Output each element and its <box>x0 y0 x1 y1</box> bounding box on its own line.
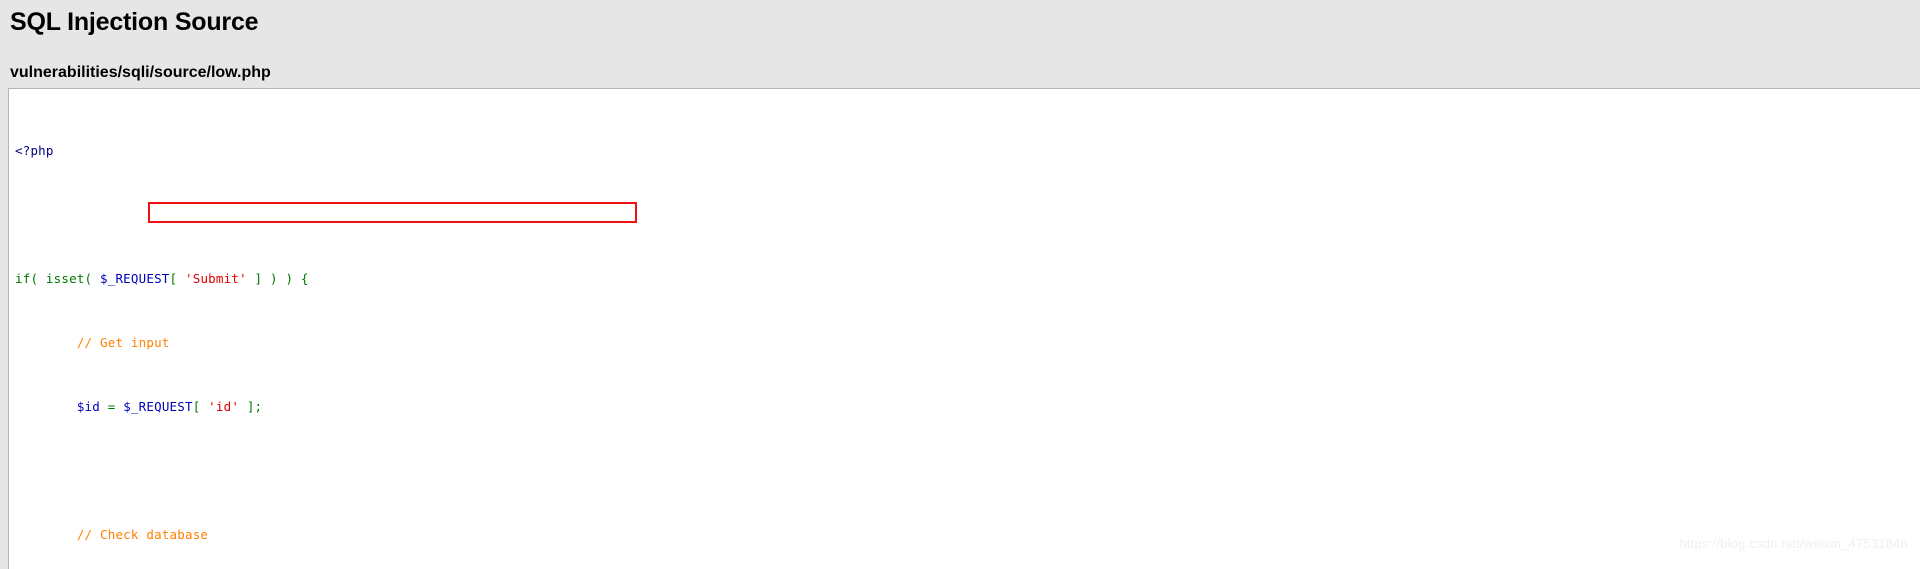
code-line-5: $id = $_REQUEST[ 'id' ]; <box>76 399 263 414</box>
code-line-7: // Check database <box>76 527 209 542</box>
page-subtitle-filepath: vulnerabilities/sqli/source/low.php <box>10 64 271 81</box>
page-root: SQL Injection Source vulnerabilities/sql… <box>0 0 1920 569</box>
code-line-4: // Get input <box>76 335 170 350</box>
left-gutter <box>0 88 8 569</box>
code-line-3: if( isset( $_REQUEST[ 'Submit' ] ) ) { <box>15 271 309 286</box>
code-line-1: <?php <box>15 143 54 158</box>
watermark-url: https://blog.csdn.net/weixin_47531846 <box>1679 536 1908 551</box>
page-title: SQL Injection Source <box>10 8 259 36</box>
source-code-panel[interactable]: <?php if( isset( $_REQUEST[ 'Submit' ] )… <box>8 88 1920 569</box>
source-code-content: <?php if( isset( $_REQUEST[ 'Submit' ] )… <box>9 89 1920 569</box>
header-area: SQL Injection Source vulnerabilities/sql… <box>0 0 1920 83</box>
